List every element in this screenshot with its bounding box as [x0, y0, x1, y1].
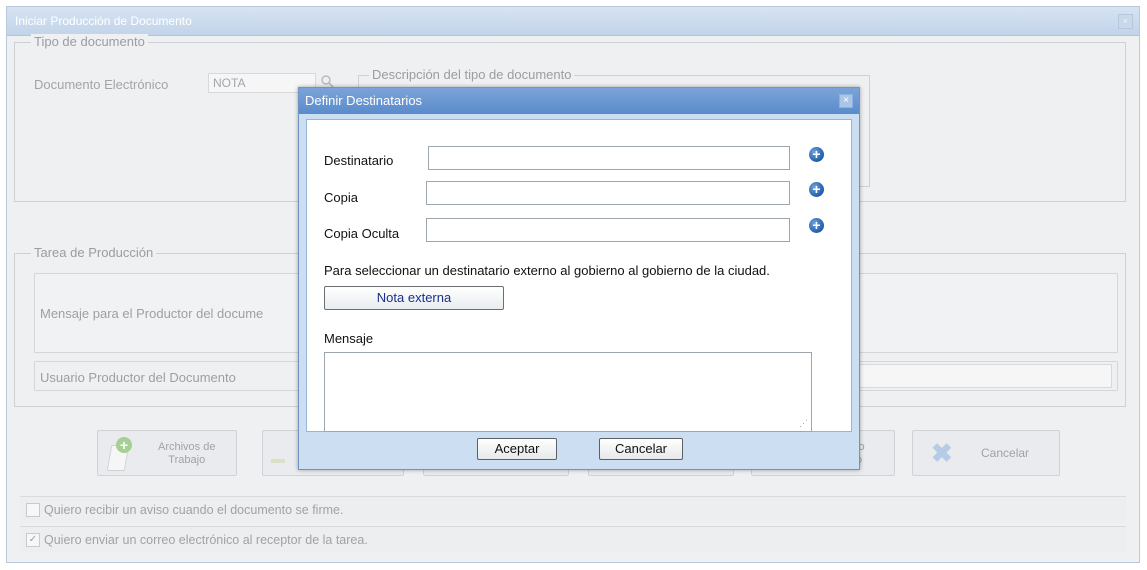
aviso-checkbox-row[interactable]: Quiero recibir un aviso cuando el docume…: [20, 496, 1126, 523]
checkbox-icon[interactable]: [26, 502, 40, 517]
dialog-titlebar: Definir Destinatarios ×: [299, 88, 859, 114]
background-cancelar-button[interactable]: ✖ Cancelar: [912, 430, 1060, 476]
pen-icon: [271, 459, 285, 463]
archivos-trabajo-button[interactable]: + Archivos de Trabajo: [97, 430, 237, 476]
mensaje-label: Mensaje: [324, 331, 374, 346]
usuario-productor-label: Usuario Productor del Documento: [40, 370, 236, 385]
background-titlebar: Iniciar Producción de Documento ×: [7, 7, 1139, 36]
add-copia-oculta-icon[interactable]: +: [809, 218, 824, 233]
background-cancelar-label: Cancelar: [981, 446, 1030, 460]
descripcion-legend: Descripción del tipo de documento: [369, 67, 575, 82]
documento-electronico-label: Documento Electrónico: [34, 77, 169, 92]
dialog-footer: Aceptar Cancelar: [306, 432, 852, 462]
destinatario-label: Destinatario: [324, 153, 394, 168]
cancel-x-icon: ✖: [931, 438, 953, 468]
background-close-icon[interactable]: ×: [1118, 14, 1133, 29]
archivos-label-line2: Trabajo: [168, 454, 206, 466]
cancelar-button[interactable]: Cancelar: [599, 438, 683, 460]
add-copia-icon[interactable]: +: [809, 182, 824, 197]
resize-grip-icon[interactable]: ⋰: [799, 418, 809, 428]
dialog-body: Destinatario + Copia + Copia Oculta + Pa…: [306, 119, 852, 432]
close-icon[interactable]: ×: [839, 94, 853, 108]
nota-externa-button[interactable]: Nota externa: [324, 286, 504, 310]
destinatario-input[interactable]: [428, 146, 790, 170]
copia-label: Copia: [324, 190, 358, 205]
add-file-icon: +: [116, 437, 132, 453]
checkbox-checked-icon[interactable]: ✓: [26, 532, 40, 547]
archivos-label-line1: Archivos de: [158, 441, 216, 453]
tarea-produccion-legend: Tarea de Producción: [31, 245, 157, 260]
definir-destinatarios-dialog: Definir Destinatarios × Destinatario + C…: [298, 87, 860, 470]
correo-checkbox-row[interactable]: ✓ Quiero enviar un correo electrónico al …: [20, 526, 1126, 553]
dialog-title: Definir Destinatarios: [305, 93, 423, 108]
mensaje-textarea[interactable]: [324, 352, 812, 432]
correo-checkbox-label: Quiero enviar un correo electrónico al r…: [44, 533, 368, 547]
tipo-documento-legend: Tipo de documento: [31, 34, 148, 49]
external-recipient-info: Para seleccionar un destinatario externo…: [324, 263, 770, 278]
aceptar-button[interactable]: Aceptar: [477, 438, 557, 460]
copia-oculta-label: Copia Oculta: [324, 226, 400, 241]
background-window-title: Iniciar Producción de Documento: [15, 14, 192, 28]
copia-input[interactable]: [426, 181, 790, 205]
usuario-productor-field[interactable]: [836, 364, 1112, 388]
add-destinatario-icon[interactable]: +: [809, 147, 824, 162]
aviso-checkbox-label: Quiero recibir un aviso cuando el docume…: [44, 503, 344, 517]
copia-oculta-input[interactable]: [426, 218, 790, 242]
mensaje-productor-label: Mensaje para el Productor del docume: [40, 306, 264, 321]
